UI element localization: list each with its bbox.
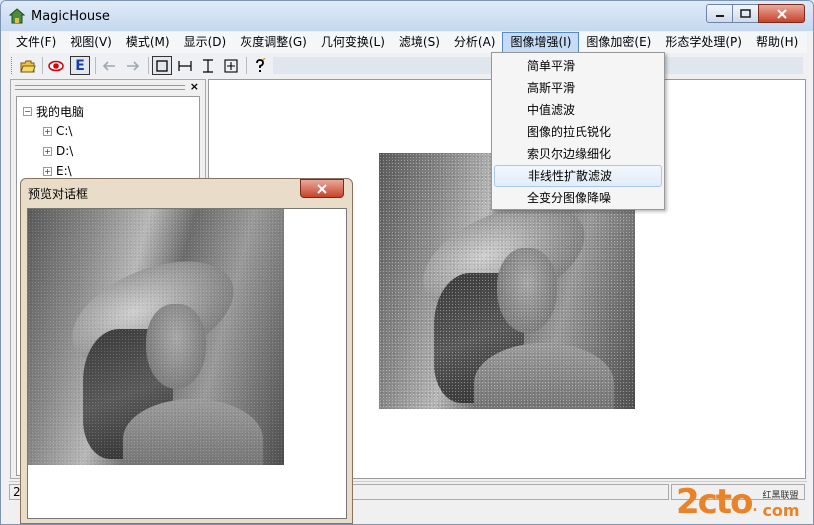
arrow-right-icon xyxy=(127,60,140,71)
dialog-title: 预览对话框 xyxy=(28,187,89,201)
menu-item-laplacian-sharpen[interactable]: 图像的拉氏锐化 xyxy=(494,121,662,143)
maximize-icon xyxy=(740,9,751,18)
pane-header: × xyxy=(15,80,201,93)
arrow-left-icon xyxy=(102,60,115,71)
menu-item-simple-smooth[interactable]: 简单平滑 xyxy=(494,55,662,77)
minimize-icon xyxy=(715,14,724,17)
watermark-dot: . xyxy=(751,492,759,517)
toolbar-separator xyxy=(95,57,96,74)
menu-item-nonlinear-diffusion[interactable]: 非线性扩散滤波 xyxy=(494,165,662,187)
watermark-main: 2cto xyxy=(676,482,753,522)
back-button[interactable] xyxy=(99,56,119,75)
maximize-button[interactable] xyxy=(732,4,759,23)
toolbar-separator xyxy=(148,57,149,74)
crosshair-button[interactable] xyxy=(221,56,241,75)
preview-area xyxy=(27,208,347,519)
menu-bar: 文件(F) 视图(V) 模式(M) 显示(D) 灰度调整(G) 几何变换(L) … xyxy=(9,32,807,53)
menu-image-encrypt[interactable]: 图像加密(E) xyxy=(579,32,658,53)
toolbar-separator xyxy=(246,57,247,74)
open-folder-icon xyxy=(20,60,36,72)
select-rect-button[interactable] xyxy=(152,56,172,75)
crosshair-box-icon xyxy=(224,58,238,73)
vertical-measure-button[interactable] xyxy=(198,56,218,75)
letter-e-icon[interactable]: E xyxy=(70,56,90,75)
tree-node-label: 我的电脑 xyxy=(36,105,85,119)
preview-image xyxy=(28,209,284,465)
toolbar-grip[interactable] xyxy=(11,57,15,74)
watermark-side: 红黑联盟 com xyxy=(762,491,799,520)
help-button[interactable] xyxy=(250,56,270,75)
menu-analysis[interactable]: 分析(A) xyxy=(447,32,503,53)
tree-node-label: C:\ xyxy=(56,124,73,138)
menu-item-tv-denoise[interactable]: 全变分图像降噪 xyxy=(494,187,662,209)
menu-morphology[interactable]: 形态学处理(P) xyxy=(658,32,749,53)
preview-dialog: 预览对话框 xyxy=(20,178,353,524)
menu-item-median-filter[interactable]: 中值滤波 xyxy=(494,99,662,121)
toolbar: E xyxy=(9,54,807,77)
menu-gray-adjust[interactable]: 灰度调整(G) xyxy=(233,32,314,53)
forward-button[interactable] xyxy=(123,56,143,75)
eye-icon xyxy=(48,60,64,71)
pane-grip[interactable] xyxy=(15,85,185,90)
help-icon xyxy=(256,57,266,72)
tree-node-label: E:\ xyxy=(56,164,72,178)
tree-node-drive-d[interactable]: + D:\ xyxy=(43,144,73,158)
open-button[interactable] xyxy=(18,56,38,75)
menu-filter[interactable]: 滤境(S) xyxy=(392,32,447,53)
close-button[interactable] xyxy=(758,4,805,23)
vertical-measure-icon xyxy=(203,58,213,73)
close-icon xyxy=(776,8,787,19)
menu-image-enhance[interactable]: 图像增强(I) xyxy=(502,32,580,53)
menu-geometric-transform[interactable]: 几何变换(L) xyxy=(314,32,392,53)
menu-mode[interactable]: 模式(M) xyxy=(119,32,177,53)
tree-node-drive-c[interactable]: + C:\ xyxy=(43,124,72,138)
expand-icon[interactable]: + xyxy=(43,146,52,156)
app-icon xyxy=(9,8,25,24)
menu-view[interactable]: 视图(V) xyxy=(63,32,119,53)
dialog-close-button[interactable] xyxy=(300,179,344,198)
tree-node-my-computer[interactable]: − 我的电脑 xyxy=(23,103,84,120)
expand-icon[interactable]: + xyxy=(43,126,52,136)
rectangle-select-icon xyxy=(156,59,168,72)
tree-node-drive-e[interactable]: + E:\ xyxy=(43,164,72,178)
menu-help[interactable]: 帮助(H) xyxy=(749,32,805,53)
watermark-logo: 2cto . 红黑联盟 com xyxy=(676,480,800,520)
view-button[interactable] xyxy=(46,56,66,75)
title-bar: MagicHouse xyxy=(1,1,813,31)
menu-file[interactable]: 文件(F) xyxy=(9,32,63,53)
watermark-com: com xyxy=(762,501,800,520)
minimize-button[interactable] xyxy=(706,4,733,23)
toolbar-separator xyxy=(42,57,43,74)
image-enhance-menu: 简单平滑 高斯平滑 中值滤波 图像的拉氏锐化 索贝尔边缘细化 非线性扩散滤波 全… xyxy=(491,52,665,210)
menu-item-sobel-edge[interactable]: 索贝尔边缘细化 xyxy=(494,143,662,165)
expand-icon[interactable]: + xyxy=(43,166,52,176)
window-title: MagicHouse xyxy=(31,9,110,24)
horizontal-measure-button[interactable] xyxy=(175,56,195,75)
menu-item-gaussian-smooth[interactable]: 高斯平滑 xyxy=(494,77,662,99)
pane-close-icon[interactable]: × xyxy=(190,80,199,93)
close-icon xyxy=(317,183,327,194)
tree-node-label: D:\ xyxy=(56,144,74,158)
horizontal-measure-icon xyxy=(178,60,192,71)
collapse-icon[interactable]: − xyxy=(23,107,32,116)
menu-display[interactable]: 显示(D) xyxy=(177,32,234,53)
